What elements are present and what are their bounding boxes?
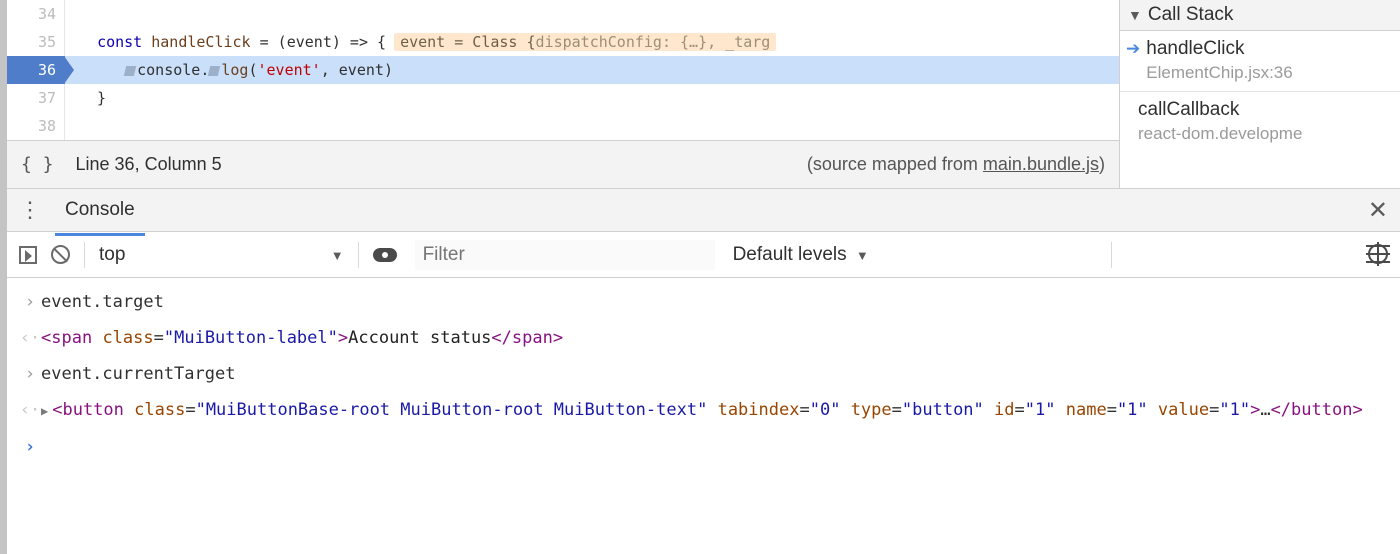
line-code: const handleClick = (event) => {event = … <box>65 28 776 56</box>
line-number[interactable]: 37 <box>7 84 65 112</box>
chevron-left-dim-icon: ‹· <box>19 322 41 354</box>
call-stack-frame[interactable]: ➔handleClickElementChip.jsx:36 <box>1120 31 1400 91</box>
call-stack-frame[interactable]: callCallbackreact-dom.developme <box>1120 91 1400 152</box>
console-input-echo[interactable]: ›event.currentTarget <box>7 356 1400 392</box>
console-content: event.target <box>41 286 1388 318</box>
chevron-left-dim-icon: ‹· <box>19 394 41 426</box>
chevron-right-icon: › <box>19 358 41 390</box>
line-code: console.log('event', event) <box>65 56 393 84</box>
frame-name: callCallback <box>1138 98 1390 122</box>
chevron-right-icon: › <box>19 286 41 318</box>
source-line[interactable]: 35 const handleClick = (event) => {event… <box>7 28 1119 56</box>
top-row: 3435 const handleClick = (event) => {eve… <box>7 0 1400 188</box>
console-toolbar: top ▼ Default levels ▼ <box>7 232 1400 278</box>
play-rect-icon[interactable] <box>19 246 37 264</box>
line-number[interactable]: 34 <box>7 0 65 28</box>
gear-icon[interactable] <box>1368 244 1388 266</box>
source-pane: 3435 const handleClick = (event) => {eve… <box>7 0 1120 188</box>
current-frame-icon: ➔ <box>1126 37 1140 61</box>
drawer-tabs: ⋮ Console ✕ <box>7 188 1400 232</box>
kebab-menu-icon[interactable]: ⋮ <box>19 197 41 223</box>
chevron-down-icon: ▼ <box>856 248 869 263</box>
source-line[interactable]: 37 } <box>7 84 1119 112</box>
call-stack-header[interactable]: ▼ Call Stack <box>1120 0 1400 31</box>
chevron-right-icon: › <box>19 431 41 463</box>
call-stack-pane: ▼ Call Stack ➔handleClickElementChip.jsx… <box>1120 0 1400 188</box>
cursor-position: Line 36, Column 5 <box>76 154 222 175</box>
console-content: ▶<button class="MuiButtonBase-root MuiBu… <box>41 394 1388 427</box>
console-output-line[interactable]: ‹·▶<button class="MuiButtonBase-root Mui… <box>7 392 1400 429</box>
filter-input[interactable] <box>415 240 715 270</box>
source-map-link[interactable]: main.bundle.js <box>983 154 1099 174</box>
call-stack-title: Call Stack <box>1148 4 1234 26</box>
console-prompt[interactable]: › <box>7 429 1400 465</box>
frame-location: react-dom.developme <box>1138 122 1390 146</box>
close-icon[interactable]: ✕ <box>1368 196 1388 225</box>
chevron-down-icon: ▼ <box>331 248 344 263</box>
source-line[interactable]: 34 <box>7 0 1119 28</box>
source-line[interactable]: 38 <box>7 112 1119 140</box>
pretty-print-button[interactable]: { } <box>21 154 54 175</box>
line-code: } <box>65 84 106 112</box>
frame-name: handleClick <box>1146 37 1292 61</box>
line-number[interactable]: 35 <box>7 28 65 56</box>
clear-console-icon[interactable] <box>51 245 70 264</box>
frame-location: ElementChip.jsx:36 <box>1146 61 1292 85</box>
line-code <box>65 0 79 28</box>
console-content: <span class="MuiButton-label">Account st… <box>41 322 1388 354</box>
source-status-bar: { } Line 36, Column 5 (source mapped fro… <box>7 140 1119 188</box>
context-selector[interactable]: top ▼ <box>99 244 344 266</box>
console-input-echo[interactable]: ›event.target <box>7 284 1400 320</box>
chevron-down-icon: ▼ <box>1128 7 1142 23</box>
console-content: event.currentTarget <box>41 358 1388 390</box>
line-code <box>65 112 79 140</box>
tab-console[interactable]: Console <box>61 191 139 229</box>
source-line[interactable]: 36 console.log('event', event) <box>7 56 1119 84</box>
expand-icon[interactable]: ▶ <box>41 404 48 418</box>
line-number[interactable]: 38 <box>7 112 65 140</box>
line-number[interactable]: 36 <box>7 56 65 84</box>
source-code[interactable]: 3435 const handleClick = (event) => {eve… <box>7 0 1119 140</box>
console-output[interactable]: ›event.target‹·<span class="MuiButton-la… <box>7 278 1400 465</box>
devtools-window: 3435 const handleClick = (event) => {eve… <box>0 0 1400 554</box>
console-output-line[interactable]: ‹·<span class="MuiButton-label">Account … <box>7 320 1400 356</box>
source-map-info: (source mapped from main.bundle.js) <box>807 154 1105 175</box>
live-expression-icon[interactable] <box>373 248 397 262</box>
log-levels-selector[interactable]: Default levels ▼ <box>733 244 869 266</box>
